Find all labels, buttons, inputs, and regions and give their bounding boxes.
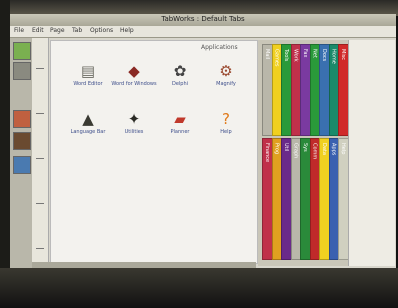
tab-label: Mail <box>264 49 270 60</box>
right-panel <box>348 40 395 266</box>
tool-gray-icon[interactable] <box>13 62 31 80</box>
magnify-icon: ⚙ <box>219 62 233 80</box>
tab-label: Comm <box>311 143 318 160</box>
menu-edit[interactable]: Edit <box>32 27 44 34</box>
tab-label: Work <box>292 49 299 62</box>
tool-brown-icon[interactable] <box>13 132 31 150</box>
tab-label: Sys <box>302 143 308 152</box>
tool-orange-icon[interactable] <box>13 110 31 128</box>
tab-label: Data <box>321 143 327 155</box>
app-icon-language-bar[interactable]: ▲ Language Bar <box>65 107 111 151</box>
tab-label: Help <box>340 143 346 155</box>
monitor-bezel-bottom <box>0 268 398 308</box>
monitor-bezel-left <box>0 0 10 308</box>
tab-label: Apps <box>330 143 337 156</box>
title-bar: TabWorks : Default Tabs <box>10 14 396 26</box>
page-title: Applications <box>201 44 238 51</box>
app-icon-label: Magnify <box>216 81 236 87</box>
language-icon: ▲ <box>82 110 94 128</box>
tab-label: Fax <box>302 49 308 58</box>
app-icon-label: Planner <box>170 129 190 135</box>
app-icon-word-editor[interactable]: ▤ Word Editor <box>65 59 111 103</box>
tab-label: Prog <box>273 143 280 155</box>
tab-label: Graph <box>292 143 299 159</box>
app-icon-word-for-windows[interactable]: ◆ Word for Windows <box>111 59 157 103</box>
ruler-mark <box>36 113 44 114</box>
app-window: TabWorks : Default Tabs File Edit Page T… <box>10 14 396 270</box>
document-icon: ▤ <box>80 62 96 80</box>
app-icon-label: Help <box>220 129 232 135</box>
app-icon-planner[interactable]: ▰ Planner <box>157 107 203 151</box>
menu-tab[interactable]: Tab <box>72 27 82 34</box>
tool-green-icon[interactable] <box>13 42 31 60</box>
ruler-mark <box>36 158 44 159</box>
word-icon: ◆ <box>128 62 140 80</box>
vertical-ruler <box>32 38 49 270</box>
tab-label: Games <box>273 49 280 67</box>
menu-options[interactable]: Options <box>90 27 113 34</box>
planner-icon: ▰ <box>174 110 186 128</box>
app-icon-label: Word for Windows <box>111 81 157 87</box>
tab-label: Tools <box>283 49 289 62</box>
tool-strip <box>10 38 33 270</box>
ruler-mark <box>36 203 44 204</box>
delphi-icon: ✿ <box>173 62 187 80</box>
utilities-icon: ✦ <box>127 110 141 128</box>
menu-help[interactable]: Help <box>120 27 134 34</box>
app-icon-magnify[interactable]: ⚙ Magnify <box>203 59 249 103</box>
app-icon-label: Word Editor <box>73 81 103 87</box>
app-icon-label: Language Bar <box>70 129 106 135</box>
ruler-mark <box>36 68 44 69</box>
tool-blue-icon[interactable] <box>13 156 31 174</box>
menu-bar: File Edit Page Tab Options Help <box>10 26 396 38</box>
tab-label: Net <box>311 49 318 58</box>
app-icon-help[interactable]: ? Help <box>203 107 249 151</box>
window-title: TabWorks : Default Tabs <box>161 15 245 23</box>
help-icon: ? <box>222 110 230 128</box>
app-icon-label: Utilities <box>124 129 144 135</box>
ruler-mark <box>36 248 44 249</box>
tab-label: Util <box>283 143 289 152</box>
tab-page: Applications ▤ Word Editor ◆ Word for Wi… <box>50 40 258 264</box>
tab-label: Home <box>330 49 337 64</box>
menu-page[interactable]: Page <box>50 27 65 34</box>
app-icon-delphi[interactable]: ✿ Delphi <box>157 59 203 103</box>
app-icon-label: Delphi <box>171 81 189 87</box>
tab-label: Misc <box>340 49 346 61</box>
menu-file[interactable]: File <box>14 27 24 34</box>
tab-label: Finance <box>264 143 270 163</box>
tab-label: Docs <box>321 49 327 62</box>
tab-strip: Mail Games Tools Work Fax Net Docs Home Misc Fin… <box>258 40 350 266</box>
app-icon-utilities[interactable]: ✦ Utilities <box>111 107 157 151</box>
